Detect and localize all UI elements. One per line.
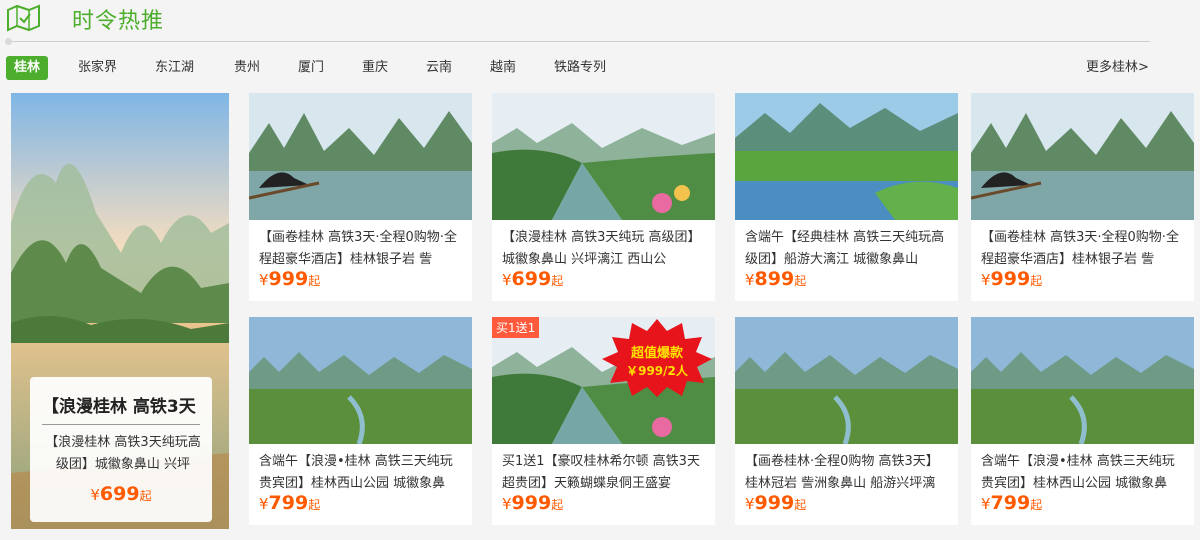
divider-dot <box>5 38 12 45</box>
product-price: ¥999起 <box>502 492 563 514</box>
price-value: 799 <box>990 492 1031 514</box>
featured-card[interactable]: 【浪漫桂林 高铁3天 【浪漫桂林 高铁3天纯玩高级团】城徽象鼻山 兴坪 ¥699… <box>11 93 229 529</box>
currency-symbol: ¥ <box>745 495 755 513</box>
product-card[interactable]: 【画卷桂林·全程0购物 高铁3天】桂林冠岩 訾洲象鼻山 船游兴坪漓 ¥999起 <box>735 317 958 525</box>
price-value: 999 <box>754 492 795 514</box>
tab-chongqing[interactable]: 重庆 <box>362 56 388 80</box>
product-image <box>971 317 1194 444</box>
product-desc: 含端午【浪漫•桂林 高铁三天纯玩贵宾团】桂林西山公园 城徽象鼻 <box>981 454 1175 491</box>
tab-guizhou[interactable]: 贵州 <box>234 56 260 80</box>
price-suffix: 起 <box>1030 274 1043 288</box>
currency-symbol: ¥ <box>502 271 512 289</box>
price-value: 899 <box>754 268 795 290</box>
product-price: ¥799起 <box>259 492 320 514</box>
product-card[interactable]: 【画卷桂林 高铁3天·全程0购物·全程超豪华酒店】桂林银子岩 訾 ¥999起 <box>971 93 1194 301</box>
product-image: 买1送1 超值爆款 ￥999/2人 <box>492 317 715 444</box>
product-image <box>735 317 958 444</box>
price-value: 699 <box>511 268 552 290</box>
product-image <box>492 93 715 220</box>
product-desc: 【浪漫桂林 高铁3天纯玩 高级团】城徽象鼻山 兴坪漓江 西山公 <box>502 230 701 267</box>
product-card[interactable]: 【画卷桂林 高铁3天·全程0购物·全程超豪华酒店】桂林银子岩 訾 ¥999起 <box>249 93 472 301</box>
tab-vietnam[interactable]: 越南 <box>490 56 516 80</box>
currency-symbol: ¥ <box>981 495 991 513</box>
product-desc: 【画卷桂林 高铁3天·全程0购物·全程超豪华酒店】桂林银子岩 訾 <box>259 230 457 267</box>
featured-divider <box>42 424 200 425</box>
product-desc: 买1送1【豪叹桂林希尔顿 高铁3天超贵团】天籁蝴蝶泉侗王盛宴 <box>502 454 700 491</box>
price-suffix: 起 <box>308 274 321 288</box>
tab-zhangjiajie[interactable]: 张家界 <box>78 56 117 80</box>
product-price: ¥999起 <box>745 492 806 514</box>
promo-badge: 买1送1 <box>492 317 540 338</box>
currency-symbol: ¥ <box>981 271 991 289</box>
featured-title: 【浪漫桂林 高铁3天 <box>42 397 196 417</box>
product-price: ¥899起 <box>745 268 806 290</box>
tab-yunnan[interactable]: 云南 <box>426 56 452 80</box>
price-suffix: 起 <box>551 498 564 512</box>
product-card[interactable]: 【浪漫桂林 高铁3天纯玩 高级团】城徽象鼻山 兴坪漓江 西山公 ¥699起 <box>492 93 715 301</box>
section-title: 时令热推 <box>72 9 165 34</box>
product-card[interactable]: 含端午【浪漫•桂林 高铁三天纯玩贵宾团】桂林西山公园 城徽象鼻 ¥799起 <box>971 317 1194 525</box>
section-header: 时令热推 <box>0 0 1200 45</box>
product-desc: 【画卷桂林·全程0购物 高铁3天】桂林冠岩 訾洲象鼻山 船游兴坪漓 <box>745 454 939 491</box>
currency-symbol: ¥ <box>90 486 100 504</box>
promo-burst-line1: 超值爆款 <box>631 345 684 361</box>
product-card[interactable]: 含端午【浪漫•桂林 高铁三天纯玩贵宾团】桂林西山公园 城徽象鼻 ¥799起 <box>249 317 472 525</box>
tab-railway-special[interactable]: 铁路专列 <box>554 56 606 80</box>
more-guilin-link[interactable]: 更多桂林> <box>1086 56 1149 80</box>
tab-xiamen[interactable]: 厦门 <box>298 56 324 80</box>
price-suffix: 起 <box>1030 498 1043 512</box>
featured-desc: 【浪漫桂林 高铁3天纯玩高级团】城徽象鼻山 兴坪 <box>45 435 201 472</box>
header-divider <box>6 41 1150 42</box>
product-desc: 含端午【浪漫•桂林 高铁三天纯玩贵宾团】桂林西山公园 城徽象鼻 <box>259 454 453 491</box>
product-desc: 含端午【经典桂林 高铁三天纯玩高级团】船游大漓江 城徽象鼻山 <box>745 230 945 267</box>
product-image <box>249 93 472 220</box>
product-price: ¥699起 <box>502 268 563 290</box>
featured-info-box: 【浪漫桂林 高铁3天 【浪漫桂林 高铁3天纯玩高级团】城徽象鼻山 兴坪 ¥699… <box>30 377 212 522</box>
price-value: 799 <box>268 492 309 514</box>
product-desc: 【画卷桂林 高铁3天·全程0购物·全程超豪华酒店】桂林银子岩 訾 <box>981 230 1179 267</box>
map-icon <box>7 4 40 32</box>
price-value: 999 <box>268 268 309 290</box>
currency-symbol: ¥ <box>745 271 755 289</box>
price-value: 699 <box>99 483 140 505</box>
price-value: 999 <box>990 268 1031 290</box>
currency-symbol: ¥ <box>259 271 269 289</box>
product-card[interactable]: 含端午【经典桂林 高铁三天纯玩高级团】船游大漓江 城徽象鼻山 ¥899起 <box>735 93 958 301</box>
currency-symbol: ¥ <box>259 495 269 513</box>
price-value: 999 <box>511 492 552 514</box>
product-image <box>249 317 472 444</box>
price-suffix: 起 <box>551 274 564 288</box>
product-price: ¥999起 <box>259 268 320 290</box>
tab-guilin[interactable]: 桂林 <box>6 56 49 80</box>
price-suffix: 起 <box>794 274 807 288</box>
product-price: ¥999起 <box>981 268 1042 290</box>
price-suffix: 起 <box>794 498 807 512</box>
promo-burst-line2: ￥999/2人 <box>626 363 689 378</box>
currency-symbol: ¥ <box>502 495 512 513</box>
price-suffix: 起 <box>308 498 321 512</box>
product-price: ¥799起 <box>981 492 1042 514</box>
tab-dongjianghu[interactable]: 东江湖 <box>155 56 194 80</box>
promo-burst: 超值爆款 ￥999/2人 <box>602 319 712 397</box>
product-image <box>735 93 958 220</box>
featured-price: ¥699起 <box>30 483 212 505</box>
price-suffix: 起 <box>139 489 152 503</box>
product-card[interactable]: 买1送1 超值爆款 ￥999/2人 买1送1【豪叹桂林希尔顿 高铁3天超贵团】天… <box>492 317 715 525</box>
product-image <box>971 93 1194 220</box>
